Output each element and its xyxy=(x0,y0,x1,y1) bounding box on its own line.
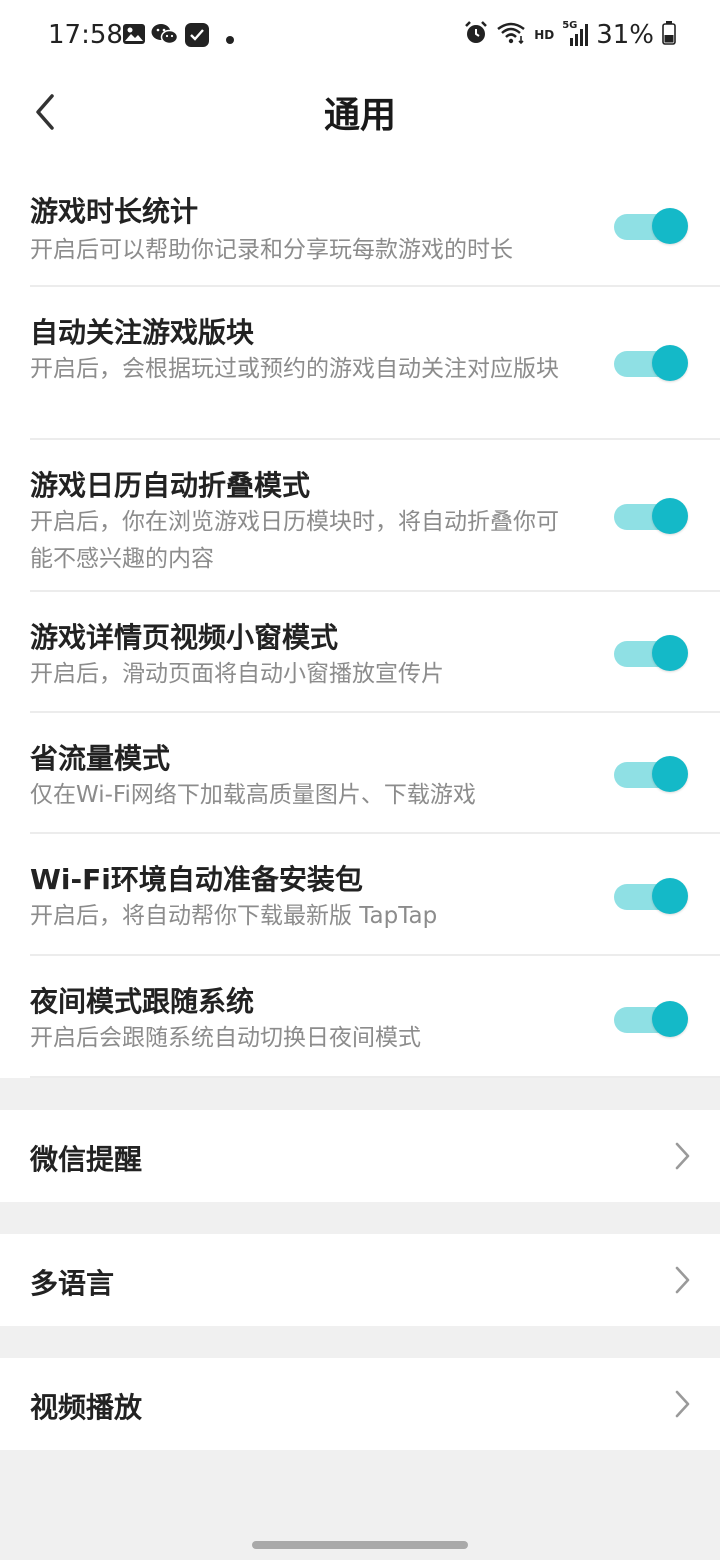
alarm-icon xyxy=(464,20,488,50)
wechat-icon xyxy=(151,22,179,50)
setting-row-wifi-prepare: Wi-Fi环境自动准备安装包 开启后，将自动帮你下载最新版 TapTap xyxy=(0,834,720,956)
settings-screen: 17:58 HD 5G 31% 通用 游戏时长统计 开启后可以帮助你记录和分享玩… xyxy=(0,0,720,1560)
setting-row-playtime-stats: 游戏时长统计 开启后可以帮助你记录和分享玩每款游戏的时长 xyxy=(0,154,720,287)
wifi-prepare-toggle[interactable] xyxy=(614,876,688,916)
app-header: 通用 xyxy=(0,70,720,154)
row-divider xyxy=(30,1076,720,1078)
page-title: 通用 xyxy=(323,95,396,136)
setting-row-calendar-fold: 游戏日历自动折叠模式 开启后，你在浏览游戏日历模块时，将自动折叠你可能不感兴趣的… xyxy=(0,440,720,592)
setting-title: 夜间模式跟随系统 xyxy=(30,985,255,1018)
calendar-fold-toggle[interactable] xyxy=(614,496,688,536)
setting-description: 开启后，会根据玩过或预约的游戏自动关注对应版块 xyxy=(30,356,559,382)
wifi-icon xyxy=(496,21,526,49)
setting-description: 开启后，滑动页面将自动小窗播放宣传片 xyxy=(30,661,444,687)
toggle-knob xyxy=(652,635,688,671)
nav-item-label: 微信提醒 xyxy=(30,1143,143,1176)
nav-item-label: 多语言 xyxy=(30,1267,115,1300)
message-check-icon xyxy=(184,22,210,52)
battery-percent: 31% xyxy=(596,20,654,50)
setting-description: 开启后，将自动帮你下载最新版 TapTap xyxy=(30,903,438,929)
setting-title: 游戏日历自动折叠模式 xyxy=(30,469,311,502)
signal-icon: 5G xyxy=(562,20,589,48)
toggle-knob xyxy=(652,878,688,914)
toggle-knob xyxy=(652,498,688,534)
setting-row-data-saver: 省流量模式 仅在Wi-Fi网络下加载高质量图片、下载游戏 xyxy=(0,713,720,834)
gallery-icon xyxy=(122,22,146,50)
setting-title: 省流量模式 xyxy=(30,742,171,775)
nav-item-video-playback[interactable]: 视频播放 xyxy=(0,1358,720,1450)
setting-title: 自动关注游戏版块 xyxy=(30,316,255,349)
battery-icon xyxy=(662,21,676,49)
playtime-stats-toggle[interactable] xyxy=(614,206,688,246)
night-mode-toggle[interactable] xyxy=(614,999,688,1039)
toggle-settings-group: 游戏时长统计 开启后可以帮助你记录和分享玩每款游戏的时长 自动关注游戏版块 开启… xyxy=(0,154,720,1078)
nav-item-label: 视频播放 xyxy=(30,1391,143,1424)
hd-label: HD xyxy=(534,28,555,42)
setting-description: 仅在Wi-Fi网络下加载高质量图片、下载游戏 xyxy=(30,782,476,808)
setting-description: 开启后会跟随系统自动切换日夜间模式 xyxy=(30,1025,421,1051)
status-bar: 17:58 HD 5G 31% xyxy=(0,0,720,70)
status-time: 17:58 xyxy=(48,20,123,50)
setting-description: 开启后可以帮助你记录和分享玩每款游戏的时长 xyxy=(30,237,513,263)
chevron-right-icon xyxy=(675,1390,690,1418)
data-saver-toggle[interactable] xyxy=(614,754,688,794)
status-right: HD 5G 31% xyxy=(464,20,676,50)
setting-title: 游戏详情页视频小窗模式 xyxy=(30,621,339,654)
setting-row-auto-follow: 自动关注游戏版块 开启后，会根据玩过或预约的游戏自动关注对应版块 xyxy=(0,287,720,440)
toggle-knob xyxy=(652,1001,688,1037)
toggle-knob xyxy=(652,345,688,381)
chevron-right-icon xyxy=(675,1142,690,1170)
setting-row-mini-video: 游戏详情页视频小窗模式 开启后，滑动页面将自动小窗播放宣传片 xyxy=(0,592,720,713)
toggle-knob xyxy=(652,756,688,792)
auto-follow-toggle[interactable] xyxy=(614,343,688,383)
setting-description: 开启后，你在浏览游戏日历模块时，将自动折叠你可能不感兴趣的内容 xyxy=(30,509,559,572)
setting-row-night-mode: 夜间模式跟随系统 开启后会跟随系统自动切换日夜间模式 xyxy=(0,956,720,1078)
setting-title: 游戏时长统计 xyxy=(30,195,199,228)
toggle-knob xyxy=(652,208,688,244)
dot-icon xyxy=(225,30,235,49)
nav-item-language[interactable]: 多语言 xyxy=(0,1234,720,1326)
home-indicator[interactable] xyxy=(252,1541,468,1549)
nav-item-wechat-reminder[interactable]: 微信提醒 xyxy=(0,1110,720,1202)
chevron-right-icon xyxy=(675,1266,690,1294)
setting-title: Wi-Fi环境自动准备安装包 xyxy=(30,863,363,896)
mini-video-toggle[interactable] xyxy=(614,633,688,673)
